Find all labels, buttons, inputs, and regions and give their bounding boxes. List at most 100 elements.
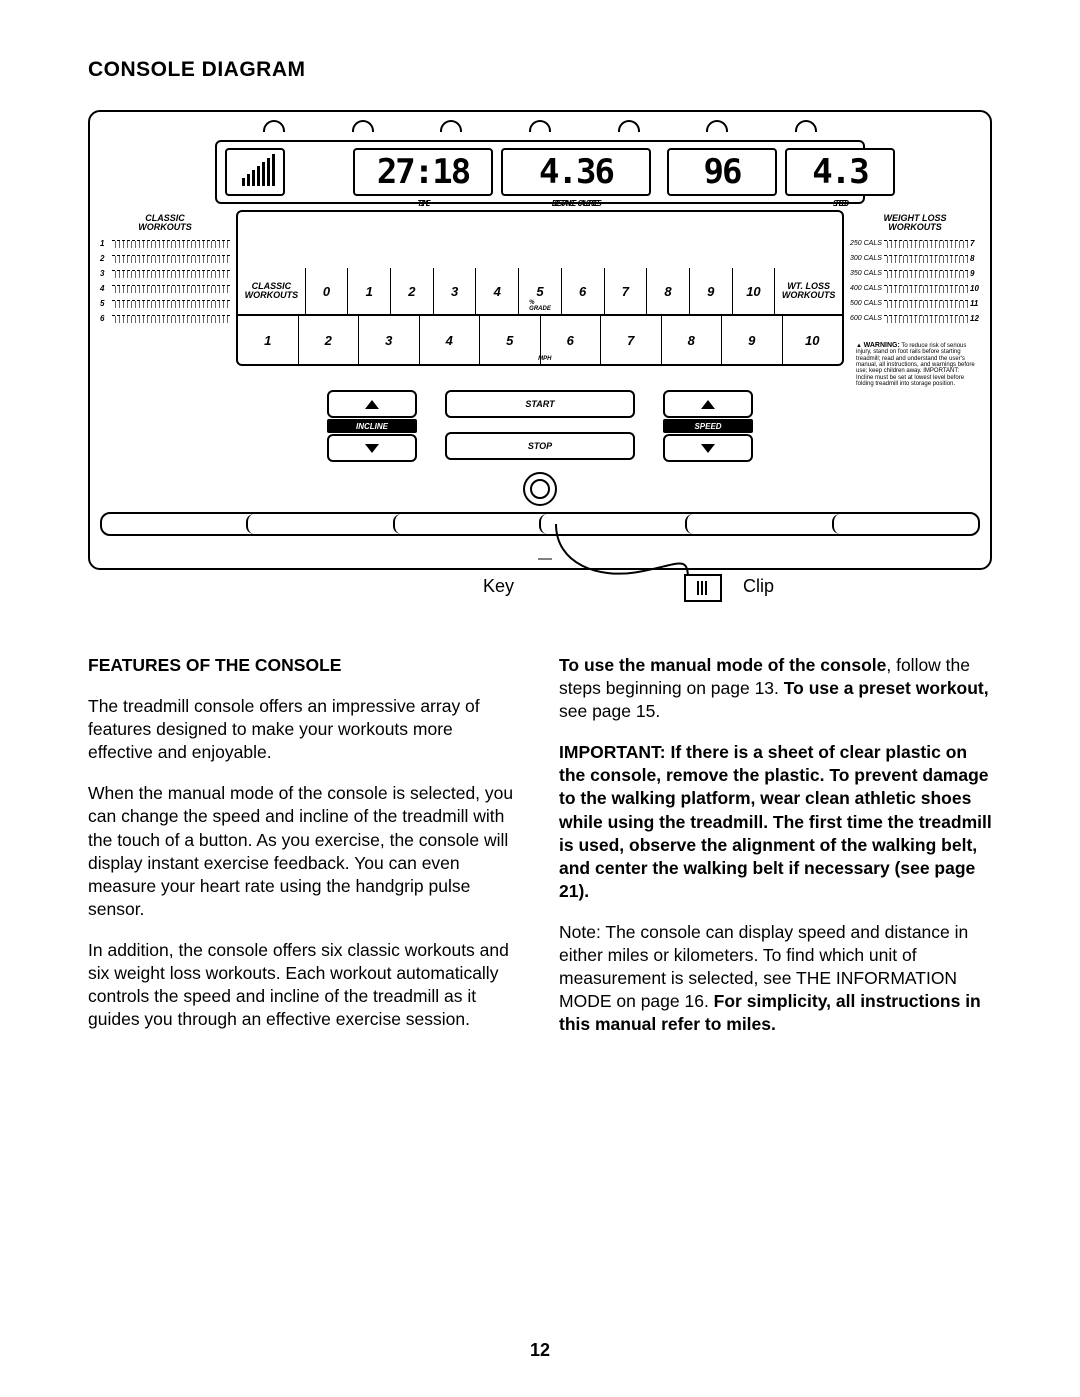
grade-num: 1 (347, 268, 390, 314)
wl-num: 12 (970, 314, 980, 323)
wl-tag: 300 CALS (850, 255, 882, 262)
column-left: FEATURES OF THE CONSOLE The treadmill co… (88, 654, 521, 1054)
arrow-up-icon (365, 400, 379, 409)
mph-num: 9 (721, 316, 782, 364)
mph-num: 8 (661, 316, 722, 364)
hinge-icon (440, 120, 462, 132)
classic-num: 1 (100, 239, 110, 248)
incline-label: INCLINE (327, 419, 417, 433)
wl-row: 11500 CALS (850, 296, 980, 311)
speed-up-button[interactable] (663, 390, 753, 418)
wl-num: 7 (970, 239, 980, 248)
start-stop-controls: START STOP (445, 390, 635, 462)
wl-row: 8300 CALS (850, 251, 980, 266)
classic-row: 2 (100, 251, 230, 266)
n: 5 (506, 333, 513, 348)
clip-icon (684, 574, 722, 602)
wl-row: 10400 CALS (850, 281, 980, 296)
arrow-down-icon (701, 444, 715, 453)
column-right: To use the manual mode of the console, f… (559, 654, 992, 1054)
classic-row: 5 (100, 296, 230, 311)
wl-tag: 600 CALS (850, 315, 882, 322)
wl-num: 10 (970, 284, 980, 293)
grade-num: 10 (732, 268, 775, 314)
arrow-up-icon (701, 400, 715, 409)
page-title: CONSOLE DIAGRAM (88, 58, 992, 82)
paragraph: In addition, the console offers six clas… (88, 939, 521, 1031)
paragraph: The treadmill console offers an impressi… (88, 695, 521, 764)
lcd-speed-label: SPEED (833, 199, 847, 208)
mph-num: 10 (782, 316, 843, 364)
grade-right-label: WT. LOSS WORKOUTS (774, 268, 842, 314)
lcd-time-value: 27:18 (377, 152, 469, 192)
bold-run: To use the manual mode of the console (559, 655, 886, 675)
wl-row: 9350 CALS (850, 266, 980, 281)
classic-num: 5 (100, 299, 110, 308)
key-annotation: Key (483, 576, 514, 597)
lcd-speed: 4.3 SPEED (785, 148, 895, 196)
grade-strip: CLASSIC WORKOUTS 0 1 2 3 4 5% GRADE 6 7 … (238, 268, 842, 314)
grade-num: 4 (475, 268, 518, 314)
mph-strip: 1 2 3 4 5MPH 6 7 8 9 10 (238, 314, 842, 364)
classic-row: 6 (100, 311, 230, 326)
n: 5 (536, 284, 543, 299)
classic-num: 2 (100, 254, 110, 263)
stop-button[interactable]: STOP (445, 432, 635, 460)
lcd-distance-label: DISTANCE CALORIES (552, 199, 600, 208)
warning-label: ▲ WARNING: To reduce risk of serious inj… (856, 342, 976, 387)
paragraph-important: IMPORTANT: If there is a sheet of clear … (559, 741, 992, 903)
control-cluster: INCLINE START STOP SPEED (100, 390, 980, 462)
lcd-calories: 96 (667, 148, 777, 196)
classic-header: CLASSIC WORKOUTS (100, 214, 230, 232)
hinge-icon (706, 120, 728, 132)
classic-row: 4 (100, 281, 230, 296)
incline-up-button[interactable] (327, 390, 417, 418)
warning-head: WARNING: (864, 342, 900, 349)
lcd-speed-value: 4.3 (812, 152, 867, 192)
wl-tag: 350 CALS (850, 270, 882, 277)
lcd-distance: 4.36 DISTANCE CALORIES (501, 148, 651, 196)
bold-run: IMPORTANT: If there is a sheet of clear … (559, 742, 992, 901)
console-outline: 27:18 TIME 4.36 DISTANCE CALORIES 96 4.3… (88, 110, 992, 570)
grade-num: 8 (646, 268, 689, 314)
bold-run: To use a preset workout, (784, 678, 989, 698)
paragraph: To use the manual mode of the console, f… (559, 654, 992, 723)
classic-num: 6 (100, 314, 110, 323)
hinge-icon (263, 120, 285, 132)
grade-left-label: CLASSIC WORKOUTS (238, 268, 305, 314)
lcd-progress (225, 148, 285, 196)
speed-label: SPEED (663, 419, 753, 433)
page-number: 12 (530, 1340, 550, 1361)
incline-down-button[interactable] (327, 434, 417, 462)
wl-num: 11 (970, 299, 980, 308)
arrow-down-icon (365, 444, 379, 453)
grade-num: 9 (689, 268, 732, 314)
classic-num: 3 (100, 269, 110, 278)
console-diagram: 27:18 TIME 4.36 DISTANCE CALORIES 96 4.3… (88, 110, 992, 604)
text-columns: FEATURES OF THE CONSOLE The treadmill co… (88, 654, 992, 1054)
hinge-icon (795, 120, 817, 132)
hinge-icon (618, 120, 640, 132)
weightloss-header: WEIGHT LOSS WORKOUTS (850, 214, 980, 232)
body-row: CLASSIC WORKOUTS 1 2 3 4 5 6 CLASSIC WOR… (100, 210, 980, 366)
wl-row: 12 600 CALS (850, 311, 980, 326)
hinge-icon (529, 120, 551, 132)
mph-num: 4 (419, 316, 480, 364)
paragraph: When the manual mode of the console is s… (88, 782, 521, 921)
hinge-row (100, 120, 980, 138)
grade-num: 7 (604, 268, 647, 314)
wl-tag: 250 CALS (850, 240, 882, 247)
mph-num: 5MPH (479, 316, 540, 364)
incline-controls: INCLINE (327, 390, 417, 462)
speed-down-button[interactable] (663, 434, 753, 462)
grade-num: 0 (305, 268, 348, 314)
start-button[interactable]: START (445, 390, 635, 418)
paragraph: Note: The console can display speed and … (559, 921, 992, 1036)
clip-annotation: Clip (743, 576, 774, 597)
grade-num: 5% GRADE (518, 268, 561, 314)
grade-num: 6 (561, 268, 604, 314)
center-panel: CLASSIC WORKOUTS 0 1 2 3 4 5% GRADE 6 7 … (236, 210, 844, 366)
diagram-annotations: Key Clip (88, 564, 992, 604)
grade-num: 2 (390, 268, 433, 314)
mph-num: 7 (600, 316, 661, 364)
